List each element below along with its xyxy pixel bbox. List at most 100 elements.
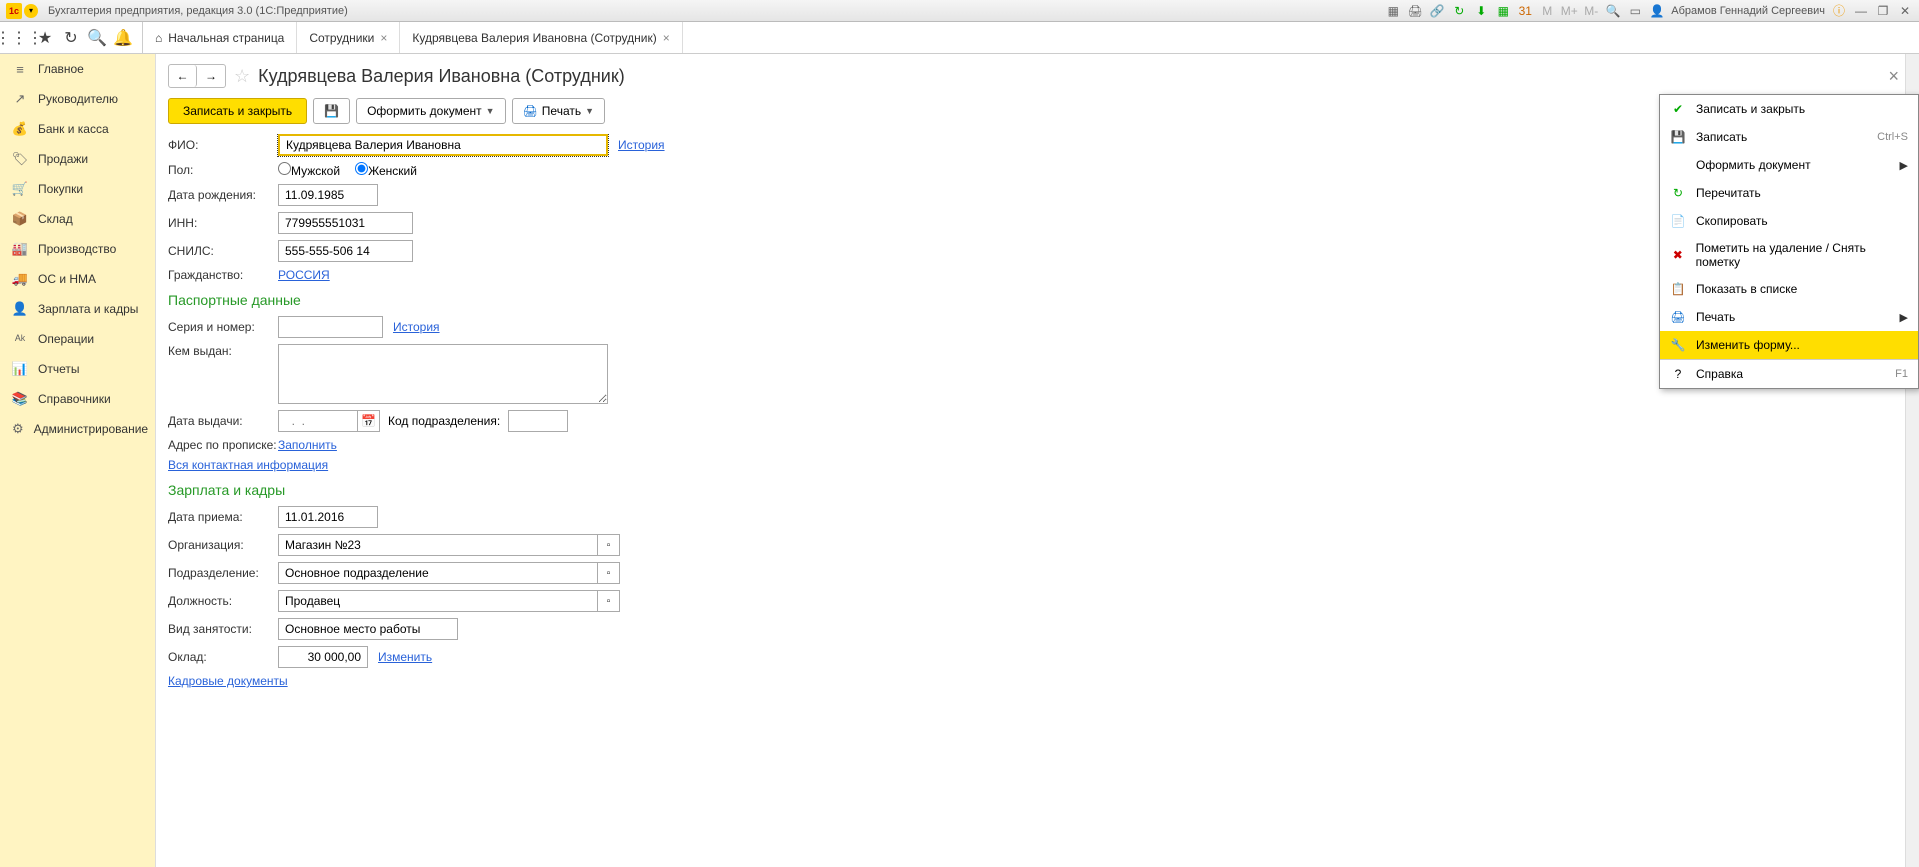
close-icon[interactable]: ×: [1880, 66, 1907, 87]
factory-icon: 🏭: [12, 241, 28, 257]
position-input[interactable]: [278, 590, 598, 612]
dropdown-item[interactable]: ?СправкаF1: [1660, 359, 1918, 388]
tab-close-icon[interactable]: ×: [380, 31, 387, 45]
tab-close-icon[interactable]: ×: [663, 31, 670, 45]
close-window-icon[interactable]: ✕: [1897, 3, 1913, 19]
print-button[interactable]: 🖨Печать▼: [512, 98, 605, 124]
sidebar-item-reports[interactable]: 📊Отчеты: [0, 354, 155, 384]
fill-link[interactable]: Заполнить: [278, 438, 337, 452]
dropdown-icon: 📋: [1670, 281, 1686, 297]
download-icon[interactable]: ⬇: [1473, 3, 1489, 19]
open-icon[interactable]: ▫: [598, 590, 620, 612]
dropdown-item[interactable]: Оформить документ▶: [1660, 151, 1918, 179]
hr-docs-link[interactable]: Кадровые документы: [168, 674, 288, 688]
dropdown-item[interactable]: 📄Скопировать: [1660, 207, 1918, 235]
employment-input[interactable]: [278, 618, 458, 640]
dropdown-item[interactable]: 📋Показать в списке: [1660, 275, 1918, 303]
salary-input[interactable]: [278, 646, 368, 668]
dropdown-label: Записать: [1696, 130, 1747, 144]
dropdown-item[interactable]: ↻Перечитать: [1660, 179, 1918, 207]
refresh-icon[interactable]: ↻: [1451, 3, 1467, 19]
open-icon[interactable]: ▫: [598, 562, 620, 584]
sidebar-item-purchases[interactable]: 🛒Покупки: [0, 174, 155, 204]
link-icon[interactable]: 🔗: [1429, 3, 1445, 19]
passport-history-link[interactable]: История: [393, 320, 440, 334]
date-icon[interactable]: 31: [1517, 3, 1533, 19]
sidebar-label: ОС и НМА: [38, 272, 96, 286]
dept-code-input[interactable]: [508, 410, 568, 432]
forward-button[interactable]: →: [197, 65, 225, 87]
tab-employees[interactable]: Сотрудники ×: [297, 22, 400, 53]
print-icon[interactable]: 🖨: [1407, 3, 1423, 19]
apps-icon[interactable]: ⋮⋮⋮: [6, 25, 32, 51]
dob-input[interactable]: [278, 184, 378, 206]
tag-icon: 🏷: [12, 151, 28, 167]
save-close-button[interactable]: Записать и закрыть: [168, 98, 307, 124]
sidebar-label: Покупки: [38, 182, 83, 196]
sidebar-item-operations[interactable]: ᴬᵏОперации: [0, 324, 155, 354]
sidebar-item-warehouse[interactable]: 📦Склад: [0, 204, 155, 234]
search-icon[interactable]: 🔍: [84, 25, 110, 51]
citizenship-label: Гражданство:: [168, 268, 278, 282]
fio-input[interactable]: [278, 134, 608, 156]
sidebar-item-admin[interactable]: ⚙Администрирование: [0, 414, 155, 444]
issue-date-input[interactable]: [278, 410, 358, 432]
dropdown-item[interactable]: ✔Записать и закрыть: [1660, 95, 1918, 123]
m-plus-icon[interactable]: M+: [1561, 3, 1577, 19]
m-minus-icon[interactable]: M-: [1583, 3, 1599, 19]
star-icon[interactable]: ★: [32, 25, 58, 51]
dropdown-icon: ?: [1670, 366, 1686, 382]
tab-current[interactable]: Кудрявцева Валерия Ивановна (Сотрудник) …: [400, 22, 682, 53]
open-icon[interactable]: ▫: [598, 534, 620, 556]
save-button[interactable]: 💾: [313, 98, 350, 124]
dropdown-item[interactable]: 💾ЗаписатьCtrl+S: [1660, 123, 1918, 151]
change-link[interactable]: Изменить: [378, 650, 432, 664]
inn-input[interactable]: [278, 212, 413, 234]
sidebar-item-assets[interactable]: 🚚ОС и НМА: [0, 264, 155, 294]
sidebar-item-production[interactable]: 🏭Производство: [0, 234, 155, 264]
dropdown-item[interactable]: ✖Пометить на удаление / Снять пометку: [1660, 235, 1918, 275]
sidebar-item-manager[interactable]: ↗Руководителю: [0, 84, 155, 114]
m-icon[interactable]: M: [1539, 3, 1555, 19]
fio-label: ФИО:: [168, 138, 278, 152]
create-doc-button[interactable]: Оформить документ▼: [356, 98, 505, 124]
back-button[interactable]: ←: [169, 65, 197, 87]
window-icon[interactable]: ▦: [1385, 3, 1401, 19]
hire-date-input[interactable]: [278, 506, 378, 528]
app-menu-icon[interactable]: ▾: [24, 4, 38, 18]
citizenship-link[interactable]: РОССИЯ: [278, 268, 330, 282]
dropdown-item[interactable]: 🔧Изменить форму...: [1660, 331, 1918, 359]
dropdown-icon: 🖨: [1670, 309, 1686, 325]
dropdown-label: Перечитать: [1696, 186, 1761, 200]
sidebar-label: Руководителю: [38, 92, 118, 106]
issued-by-input[interactable]: [278, 344, 608, 404]
history-link[interactable]: История: [618, 138, 665, 152]
bell-icon[interactable]: 🔔: [110, 25, 136, 51]
calendar-icon[interactable]: 📅: [358, 410, 380, 432]
female-radio[interactable]: Женский: [355, 162, 417, 178]
series-input[interactable]: [278, 316, 383, 338]
calendar-icon[interactable]: ▦: [1495, 3, 1511, 19]
all-contact-link[interactable]: Вся контактная информация: [168, 458, 328, 472]
snils-input[interactable]: [278, 240, 413, 262]
zoom-icon[interactable]: 🔍: [1605, 3, 1621, 19]
view-icon[interactable]: ▭: [1627, 3, 1643, 19]
restore-icon[interactable]: ❐: [1875, 3, 1891, 19]
sidebar-item-main[interactable]: ≡Главное: [0, 54, 155, 84]
sidebar-item-hr[interactable]: 👤Зарплата и кадры: [0, 294, 155, 324]
history-icon[interactable]: ↻: [58, 25, 84, 51]
sidebar-item-sales[interactable]: 🏷Продажи: [0, 144, 155, 174]
male-radio[interactable]: Мужской: [278, 162, 340, 178]
minimize-icon[interactable]: —: [1853, 3, 1869, 19]
create-doc-label: Оформить документ: [367, 104, 482, 118]
tab-home[interactable]: ⌂ Начальная страница: [143, 22, 297, 53]
sidebar-item-bank[interactable]: 💰Банк и касса: [0, 114, 155, 144]
dropdown-item[interactable]: 🖨Печать▶: [1660, 303, 1918, 331]
dropdown-icon: ✔: [1670, 101, 1686, 117]
menu-icon: ≡: [12, 61, 28, 77]
info-icon[interactable]: ⓘ: [1831, 3, 1847, 19]
favorite-icon[interactable]: ☆: [234, 66, 250, 87]
dept-input[interactable]: [278, 562, 598, 584]
org-input[interactable]: [278, 534, 598, 556]
sidebar-item-refs[interactable]: 📚Справочники: [0, 384, 155, 414]
